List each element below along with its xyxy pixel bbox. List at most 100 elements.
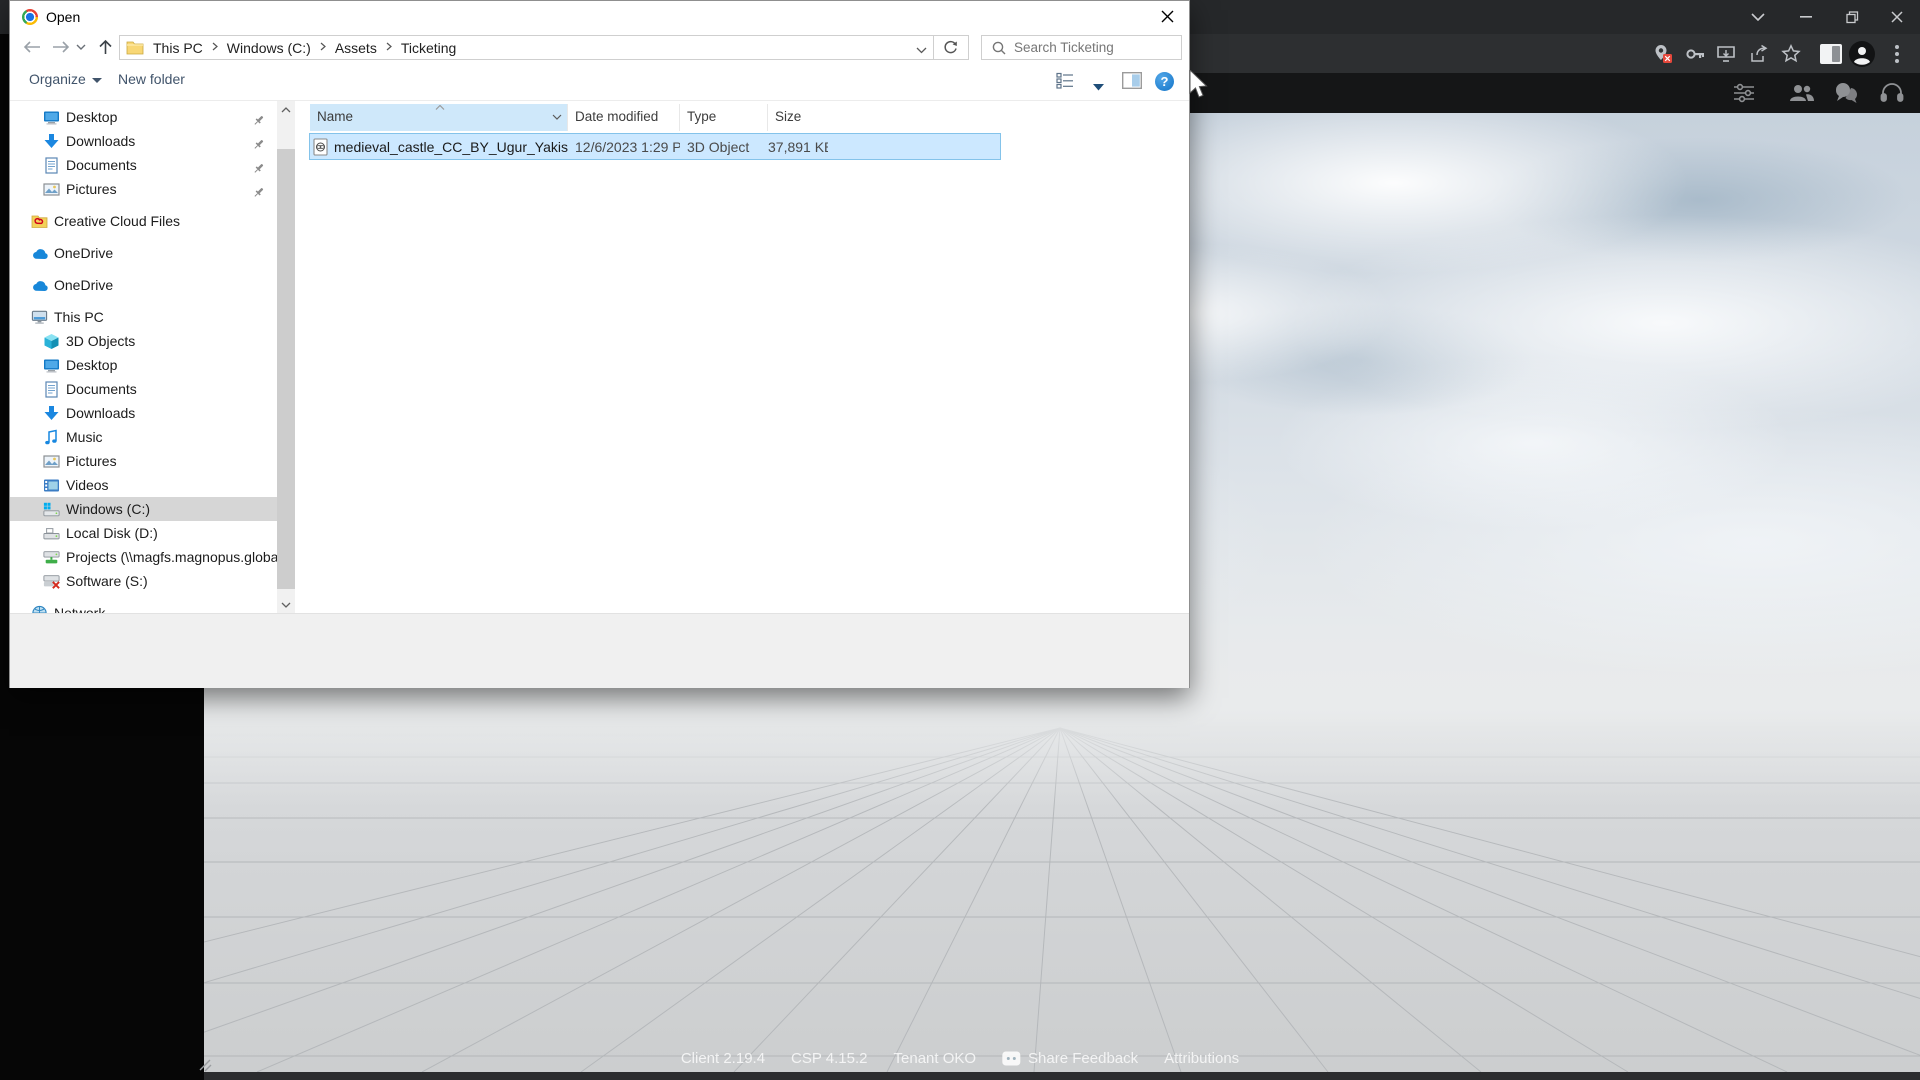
- search-input[interactable]: Search Ticketing: [981, 35, 1182, 60]
- bookmark-star-icon[interactable]: [1778, 41, 1804, 67]
- scrollbar-thumb[interactable]: [277, 149, 295, 589]
- view-list-icon[interactable]: [1056, 72, 1074, 95]
- sidebar-item-onedrive[interactable]: OneDrive: [10, 241, 277, 265]
- column-header-type[interactable]: Type: [680, 104, 768, 131]
- sidebar-scrollbar[interactable]: [277, 101, 295, 613]
- new-folder-button[interactable]: New folder: [118, 71, 185, 87]
- column-header-date[interactable]: Date modified: [568, 104, 680, 131]
- refresh-button[interactable]: [933, 35, 969, 60]
- status-item-tenant-oko: Tenant OKO: [894, 1050, 977, 1067]
- key-icon[interactable]: [1682, 41, 1708, 67]
- chat-icon[interactable]: [1834, 81, 1862, 105]
- sidebar-item-label: Music: [66, 425, 103, 449]
- help-button[interactable]: ?: [1155, 72, 1174, 91]
- status-label: Tenant OKO: [894, 1050, 977, 1067]
- sidebar-item-downloads[interactable]: Downloads: [10, 129, 277, 153]
- search-placeholder: Search Ticketing: [1014, 40, 1114, 55]
- sidebar-item-label: Documents: [66, 153, 137, 177]
- music-icon: [43, 429, 60, 446]
- network-icon: [31, 605, 48, 614]
- 3d-object-file-icon: [313, 138, 328, 156]
- documents-icon: [43, 381, 60, 398]
- sidebar-item-label: Desktop: [66, 105, 117, 129]
- column-header-name[interactable]: Name: [310, 104, 568, 131]
- mouse-cursor: [1189, 70, 1209, 100]
- forward-button[interactable]: [48, 35, 74, 59]
- sidebar-item-network[interactable]: Network: [10, 601, 277, 613]
- install-icon[interactable]: [1713, 41, 1739, 67]
- sidebar-item-pictures[interactable]: Pictures: [10, 449, 277, 473]
- sidebar-item-label: 3D Objects: [66, 329, 135, 353]
- breadcrumb-item[interactable]: Assets: [328, 40, 384, 56]
- up-button[interactable]: [92, 35, 118, 59]
- sidebar-item-downloads[interactable]: Downloads: [10, 401, 277, 425]
- window-minimize-button[interactable]: [1783, 0, 1829, 34]
- sidebar-item-3d-objects[interactable]: 3D Objects: [10, 329, 277, 353]
- pictures-icon: [43, 453, 60, 470]
- sidebar-item-documents[interactable]: Documents: [10, 377, 277, 401]
- sidebar-item-label: Downloads: [66, 401, 135, 425]
- creative-cloud-icon: [31, 213, 48, 230]
- sidebar-item-music[interactable]: Music: [10, 425, 277, 449]
- sidebar-item-documents[interactable]: Documents: [10, 153, 277, 177]
- address-dropdown-chevron[interactable]: [916, 41, 927, 59]
- organize-caret-icon: [92, 78, 102, 83]
- pin-icon: [252, 134, 265, 153]
- chrome-icon: [22, 9, 38, 25]
- sidebar-item-onedrive[interactable]: OneDrive: [10, 273, 277, 297]
- objects-3d-icon: [43, 333, 60, 350]
- sidebar-item-desktop[interactable]: Desktop: [10, 353, 277, 377]
- dialog-close-button[interactable]: [1146, 1, 1189, 31]
- sidebar-item-creative-cloud-files[interactable]: Creative Cloud Files: [10, 209, 277, 233]
- recent-locations-chevron[interactable]: [72, 35, 90, 59]
- pictures-icon: [43, 181, 60, 198]
- search-icon: [992, 41, 1006, 55]
- sidebar-item-pictures[interactable]: Pictures: [10, 177, 277, 201]
- pin-icon: [252, 158, 265, 177]
- preview-pane-icon[interactable]: [1122, 72, 1142, 94]
- browser-menu-dots-icon[interactable]: [1884, 41, 1910, 67]
- sidebar-item-label: Pictures: [66, 177, 117, 201]
- horizon-fog: [204, 688, 1920, 808]
- status-item-share-feedback[interactable]: Share Feedback: [1002, 1050, 1138, 1067]
- address-bar[interactable]: This PC Windows (C:) Assets Ticketing: [119, 35, 934, 60]
- scroll-down-icon[interactable]: [277, 596, 295, 613]
- window-close-button[interactable]: [1874, 0, 1920, 34]
- headset-icon[interactable]: [1878, 81, 1906, 105]
- name-filter-chevron[interactable]: [552, 114, 562, 120]
- sidebar-item-videos[interactable]: Videos: [10, 473, 277, 497]
- filters-icon[interactable]: [1730, 81, 1758, 105]
- location-blocked-icon[interactable]: [1650, 41, 1676, 67]
- avatar[interactable]: [1849, 41, 1875, 67]
- sidebar-item-projects-magfs-magnopus-global-p[interactable]: Projects (\\magfs.magnopus.global) (P:: [10, 545, 277, 569]
- status-item-attributions[interactable]: Attributions: [1164, 1050, 1239, 1067]
- file-row[interactable]: medieval_castle_CC_BY_Ugur_Yakisik_Sketc…: [310, 134, 1000, 159]
- status-label: Client 2.19.4: [681, 1050, 765, 1067]
- sidebar-item-desktop[interactable]: Desktop: [10, 105, 277, 129]
- panel-resize-grip[interactable]: [196, 1056, 212, 1072]
- pin-icon: [252, 110, 265, 129]
- window-chevron-down-icon[interactable]: [1735, 0, 1781, 34]
- people-icon[interactable]: [1788, 81, 1816, 105]
- back-button[interactable]: [19, 35, 45, 59]
- window-restore-button[interactable]: [1829, 0, 1875, 34]
- sidebar-item-this-pc[interactable]: This PC: [10, 305, 277, 329]
- views-chevron-icon[interactable]: [1093, 78, 1104, 96]
- share-icon[interactable]: [1746, 41, 1772, 67]
- breadcrumb-item[interactable]: This PC: [146, 40, 210, 56]
- sidebar-item-label: OneDrive: [54, 273, 113, 297]
- desktop-icon: [43, 357, 60, 374]
- sidebar-item-local-disk-d[interactable]: Local Disk (D:): [10, 521, 277, 545]
- column-header-size[interactable]: Size: [768, 104, 1000, 131]
- organize-menu[interactable]: Organize: [29, 71, 102, 87]
- sort-asc-icon: [435, 105, 445, 110]
- breadcrumb-item[interactable]: Ticketing: [394, 40, 464, 56]
- sidebar-item-software-s[interactable]: Software (S:): [10, 569, 277, 593]
- sidebar-item-windows-c[interactable]: Windows (C:): [10, 497, 277, 521]
- scroll-up-icon[interactable]: [277, 101, 295, 118]
- breadcrumb-item[interactable]: Windows (C:): [220, 40, 318, 56]
- file-list: Name Date modified Type Size medieval_ca…: [301, 101, 1189, 613]
- side-panel-icon[interactable]: [1818, 41, 1844, 67]
- onedrive-icon: [31, 277, 48, 294]
- open-file-dialog: Open This PCWindows (C:)AssetsTic: [9, 0, 1190, 688]
